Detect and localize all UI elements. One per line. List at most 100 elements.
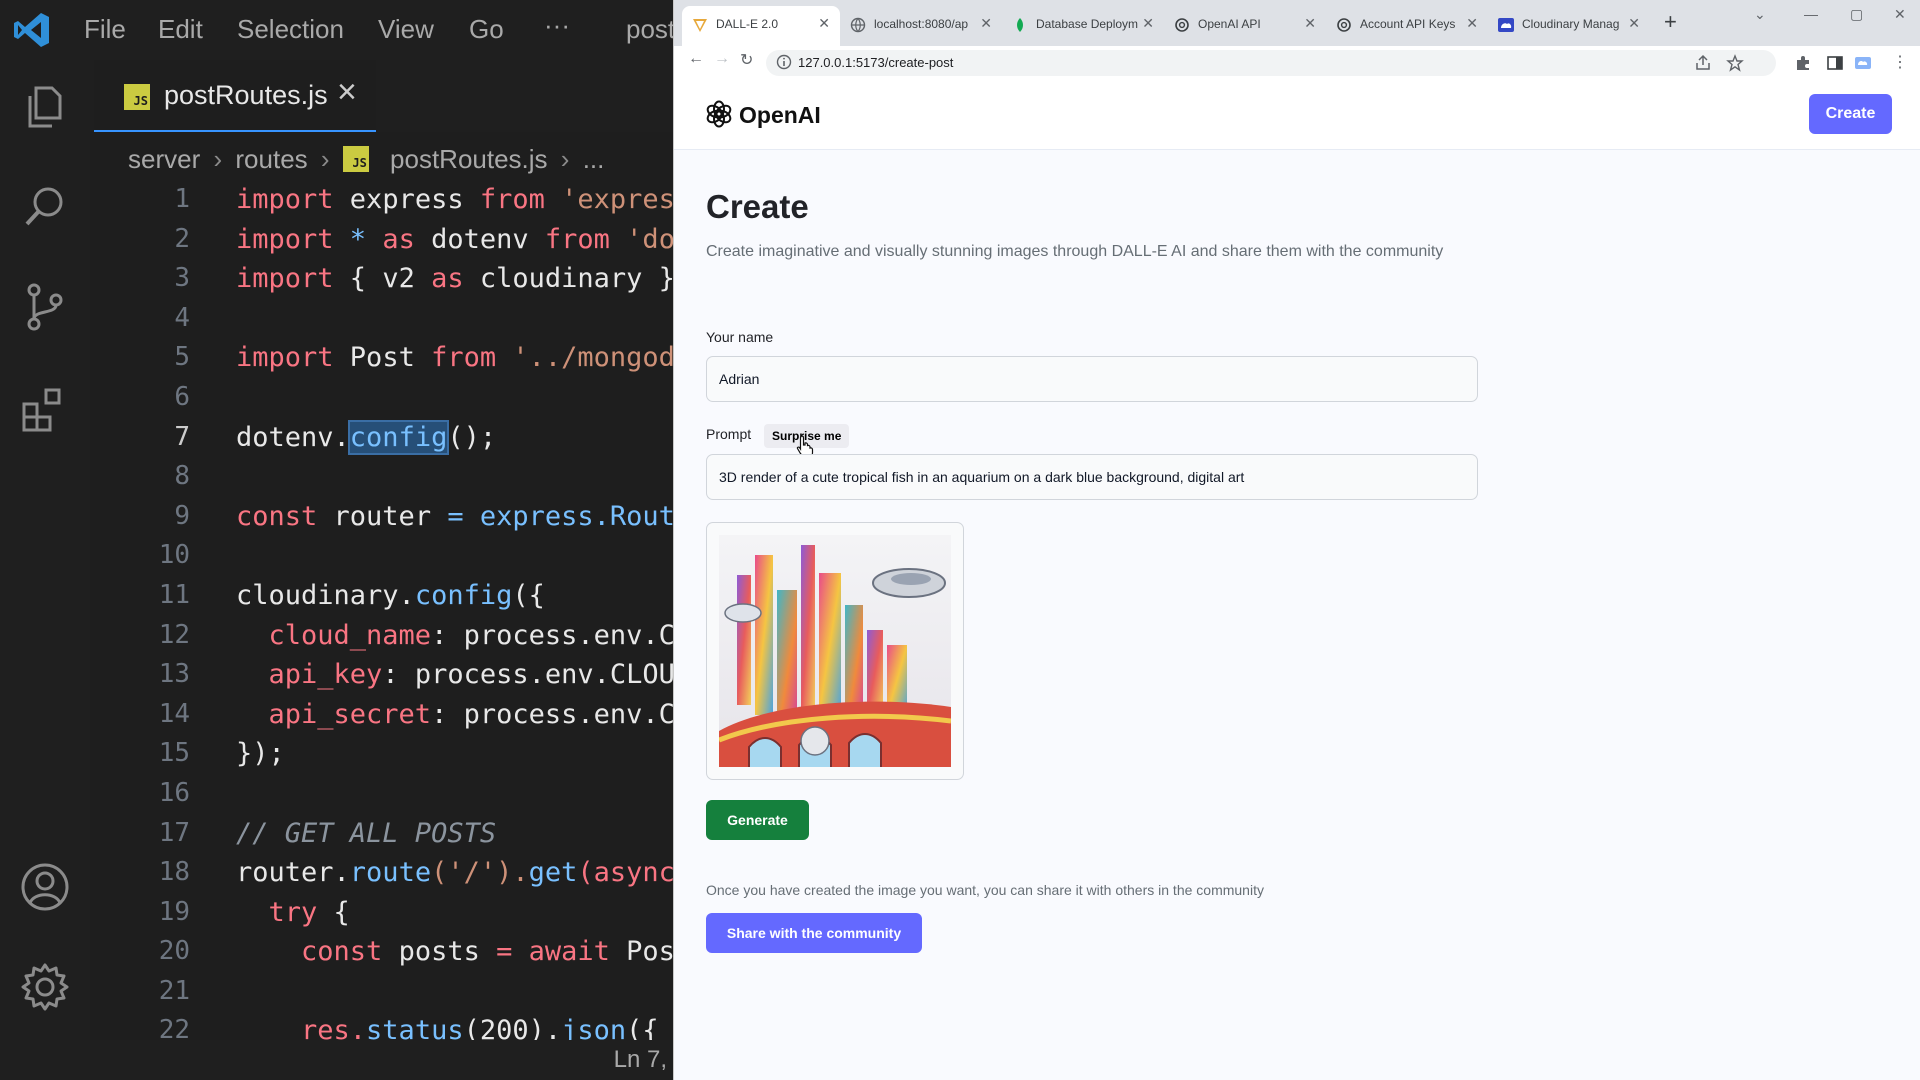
prompt-input[interactable]: 3D render of a cute tropical fish in an … — [706, 454, 1478, 500]
line-number: 3 — [174, 263, 190, 294]
line-number: 5 — [174, 342, 190, 373]
browser-tab-title: OpenAI API — [1198, 17, 1261, 31]
browser-tab-api-keys[interactable]: Account API Keys ✕ — [1326, 6, 1488, 46]
cursor-position[interactable]: Ln 7, — [614, 1046, 667, 1074]
line-number: 11 — [158, 579, 190, 610]
openai-logo-icon — [706, 100, 732, 128]
profile-extension-icon[interactable] — [1854, 54, 1872, 72]
new-tab-plus-icon[interactable]: + — [1664, 9, 1677, 35]
code-line: cloud_name: process.env.C — [236, 619, 674, 651]
browser-tab-cloudinary[interactable]: Cloudinary Manag ✕ — [1488, 6, 1650, 46]
browser-tab-title: localhost:8080/ap — [874, 17, 969, 31]
code-line: import * as dotenv from 'do — [236, 223, 673, 255]
prompt-label: Prompt — [706, 426, 752, 442]
extensions-icon[interactable] — [18, 382, 72, 436]
line-number: 16 — [158, 777, 190, 808]
line-number: 6 — [174, 381, 190, 412]
vscode-window: File Edit Selection View Go ··· post JS … — [0, 0, 673, 1080]
line-number: 19 — [158, 896, 190, 927]
close-icon[interactable]: ✕ — [980, 15, 992, 32]
page-title: Create — [706, 188, 809, 225]
generated-image-preview — [706, 522, 964, 780]
code-line: import express from 'expres — [236, 184, 673, 215]
browser-tab-dalle[interactable]: DALL-E 2.0 ✕ — [682, 6, 840, 46]
menu-edit[interactable]: Edit — [158, 14, 203, 45]
browser-tab-title: DALL-E 2.0 — [716, 17, 779, 31]
code-line: import Post from '../mongod — [236, 342, 673, 374]
address-bar[interactable]: 127.0.0.1:5173/create-post — [766, 50, 1776, 76]
account-icon[interactable] — [18, 860, 72, 914]
line-number: 18 — [158, 857, 190, 888]
line-number: 1 — [174, 184, 190, 214]
settings-gear-icon[interactable] — [18, 960, 72, 1014]
close-icon[interactable]: ✕ — [818, 15, 830, 32]
side-panel-icon[interactable] — [1826, 54, 1844, 72]
cloudinary-favicon-icon — [1498, 18, 1514, 32]
minimize-icon[interactable]: — — [1804, 6, 1818, 22]
line-number: 9 — [174, 500, 190, 531]
source-control-icon[interactable] — [18, 280, 72, 334]
editor-tab-postroutes[interactable]: JS postRoutes.js × — [94, 60, 376, 132]
forward-arrow-icon[interactable]: → — [714, 50, 730, 68]
logo-text: OpenAI — [739, 102, 821, 128]
browser-window: DALL-E 2.0 ✕ localhost:8080/ap ✕ Databas… — [673, 0, 1920, 1080]
breadcrumb-item-file[interactable]: postRoutes.js — [390, 144, 548, 175]
close-icon[interactable]: ✕ — [1466, 15, 1478, 32]
code-line: cloudinary.config({ — [236, 579, 545, 611]
line-number: 17 — [158, 817, 190, 848]
app-page: OpenAI Create Create Create imaginative … — [674, 78, 1920, 1080]
breadcrumb-item-server[interactable]: server — [128, 144, 200, 175]
menu-view[interactable]: View — [378, 14, 434, 45]
line-number: 21 — [158, 975, 190, 1006]
search-icon[interactable] — [18, 180, 72, 234]
name-input[interactable]: Adrian — [706, 356, 1478, 402]
code-line: dotenv.config(); — [236, 419, 497, 455]
close-icon[interactable]: ✕ — [1304, 15, 1316, 32]
browser-tab-localhost[interactable]: localhost:8080/ap ✕ — [840, 6, 1002, 46]
code-editor[interactable]: import express from 'expres import * as … — [236, 180, 673, 1051]
window-close-icon[interactable]: ✕ — [1894, 6, 1906, 23]
name-label: Your name — [706, 329, 774, 345]
back-arrow-icon[interactable]: ← — [688, 50, 704, 68]
code-line: const posts = await Pos — [236, 936, 673, 968]
code-line: api_secret: process.env.C — [236, 698, 674, 730]
reload-icon[interactable]: ↻ — [740, 50, 753, 70]
close-icon[interactable]: ✕ — [1628, 15, 1640, 32]
close-icon[interactable]: ✕ — [1142, 15, 1154, 32]
browser-menu-icon[interactable]: ⋮ — [1892, 52, 1908, 72]
maximize-icon[interactable]: ▢ — [1850, 6, 1863, 23]
explorer-icon[interactable] — [18, 80, 72, 134]
mongodb-leaf-icon — [1017, 18, 1023, 32]
selected-text: config — [347, 419, 450, 455]
globe-icon — [850, 17, 866, 33]
breadcrumb-item-symbol[interactable]: ... — [583, 144, 605, 175]
openai-favicon-icon — [1175, 18, 1189, 32]
browser-tab-strip: DALL-E 2.0 ✕ localhost:8080/ap ✕ Databas… — [674, 0, 1920, 46]
menu-selection[interactable]: Selection — [237, 14, 344, 45]
line-number: 7 — [174, 421, 190, 452]
browser-toolbar: ← → ↻ 127.0.0.1:5173/create-post ⋮ — [674, 46, 1920, 80]
extensions-puzzle-icon[interactable] — [1794, 54, 1812, 72]
breadcrumb: server › routes › JS postRoutes.js › ... — [128, 142, 604, 174]
menu-go[interactable]: Go — [469, 14, 504, 45]
browser-tab-database[interactable]: Database Deploym ✕ — [1002, 6, 1164, 46]
page-subtitle: Create imaginative and visually stunning… — [706, 243, 1444, 260]
breadcrumb-item-routes[interactable]: routes — [235, 144, 307, 175]
bookmark-star-icon[interactable] — [1726, 54, 1744, 72]
site-info-icon[interactable] — [776, 54, 792, 70]
tab-search-chevron-icon[interactable]: ⌄ — [1754, 6, 1766, 23]
chevron-right-icon: › — [560, 143, 570, 174]
header-create-button[interactable]: Create — [1809, 94, 1892, 134]
browser-tab-openai-api[interactable]: OpenAI API ✕ — [1164, 6, 1326, 46]
menu-file[interactable]: File — [84, 14, 126, 45]
share-with-community-button[interactable]: Share with the community — [706, 913, 922, 953]
generated-city-image — [719, 535, 951, 767]
generate-button[interactable]: Generate — [706, 800, 809, 840]
menu-more[interactable]: ··· — [544, 10, 570, 41]
share-icon[interactable] — [1694, 54, 1712, 72]
close-icon[interactable]: × — [337, 72, 357, 112]
